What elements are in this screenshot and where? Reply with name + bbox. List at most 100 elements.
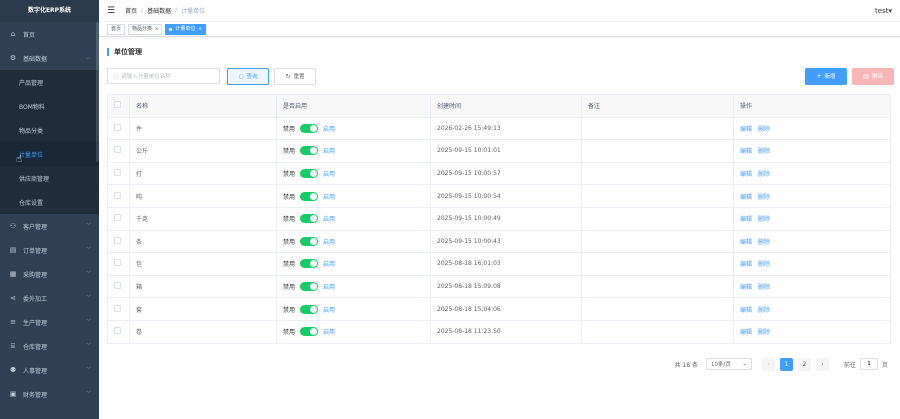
row-checkbox[interactable] — [114, 327, 121, 335]
delete-link[interactable]: 删除 — [758, 239, 770, 246]
delete-link[interactable]: 删除 — [758, 284, 770, 291]
sidebar-item-production[interactable]: ≡ 生产管理 ﹀ — [0, 310, 99, 334]
select-all-checkbox[interactable] — [114, 101, 121, 109]
actions-cell: 编辑 删除 — [733, 230, 891, 254]
sidebar-subitem-units[interactable]: 计量单位 ☝ — [0, 142, 99, 166]
add-button[interactable]: + 新增 — [805, 67, 847, 85]
row-checkbox[interactable] — [114, 146, 121, 154]
search-icon: ○ — [113, 72, 119, 80]
enabled-switch[interactable] — [300, 236, 319, 246]
enabled-switch[interactable] — [300, 191, 319, 201]
enabled-switch[interactable] — [300, 169, 319, 179]
row-checkbox[interactable] — [114, 304, 121, 312]
edit-link[interactable]: 编辑 — [740, 171, 752, 178]
edit-link[interactable]: 编辑 — [740, 261, 752, 268]
close-icon[interactable]: × — [155, 24, 158, 34]
created-time: 2025-08-18 11:23:50 — [430, 320, 582, 344]
caret-down-icon: ▾ — [888, 6, 892, 15]
breadcrumb-home[interactable]: 首页 — [125, 6, 137, 15]
delete-link[interactable]: 删除 — [758, 329, 770, 336]
edit-link[interactable]: 编辑 — [740, 126, 752, 133]
menu-toggle-icon[interactable]: ☰ — [107, 6, 115, 16]
table-row: 打禁用 启用 2025-09-15 10:00:57 编辑 删除 — [107, 162, 891, 186]
sidebar-subitem-warehouse-settings[interactable]: 仓库设置 — [0, 190, 99, 214]
row-checkbox[interactable] — [114, 169, 121, 177]
enabled-switch[interactable] — [300, 214, 319, 224]
delete-link[interactable]: 删除 — [758, 171, 770, 178]
sidebar-item-hr[interactable]: ⚉ 人事管理 ﹀ — [0, 358, 99, 382]
edit-link[interactable]: 编辑 — [740, 148, 752, 155]
tags-view: 首页 物品分类 × 计量单位 × — [99, 22, 900, 37]
delete-link[interactable]: 删除 — [758, 126, 770, 133]
prev-page-button[interactable]: ‹ — [761, 357, 775, 371]
delete-link[interactable]: 删除 — [758, 216, 770, 223]
enabled-switch[interactable] — [300, 146, 319, 156]
trash-icon: ▥ — [863, 72, 869, 80]
enabled-switch[interactable] — [300, 327, 319, 337]
edit-link[interactable]: 编辑 — [740, 284, 752, 291]
close-icon[interactable]: × — [198, 24, 201, 34]
sidebar-subitem-bom[interactable]: BOM物料 — [0, 94, 99, 118]
goto-page: 前往 页 — [844, 358, 888, 371]
sidebar-item-orders[interactable]: ▤ 订单管理 ﹀ — [0, 238, 99, 262]
col-enabled: 是否启用 — [276, 94, 431, 118]
row-checkbox[interactable] — [114, 282, 121, 290]
page-size-select[interactable]: 10条/页 ⌄ — [705, 358, 752, 371]
switch-off-label: 禁用 — [283, 284, 296, 292]
row-checkbox[interactable] — [114, 236, 121, 244]
sidebar-item-outsourcing[interactable]: ⋖ 委外加工 ﹀ — [0, 286, 99, 310]
tag-label: 首页 — [111, 26, 122, 32]
delete-link[interactable]: 删除 — [758, 261, 770, 268]
tag-categories[interactable]: 物品分类 × — [128, 23, 163, 35]
delete-link[interactable]: 删除 — [758, 148, 770, 155]
user-menu[interactable]: test▾ — [875, 7, 892, 15]
tag-units[interactable]: 计量单位 × — [165, 23, 206, 35]
delete-button[interactable]: ▥ 删除 — [852, 67, 894, 85]
row-checkbox[interactable] — [114, 214, 121, 222]
refresh-icon: ↻ — [285, 72, 291, 80]
sidebar-item-home[interactable]: ⌂ 首页 — [0, 22, 99, 46]
enabled-switch[interactable] — [300, 123, 319, 133]
row-checkbox[interactable] — [114, 123, 121, 131]
remark — [581, 139, 734, 163]
breadcrumb-basic-data[interactable]: 基础数据 — [147, 6, 171, 15]
actions-cell: 编辑 删除 — [733, 117, 891, 141]
sidebar-subitem-suppliers[interactable]: 供应商管理 — [0, 166, 99, 190]
created-time: 2025-09-15 10:00:57 — [430, 162, 582, 186]
delete-link[interactable]: 删除 — [758, 194, 770, 201]
sidebar-subitem-products[interactable]: 产品管理 — [0, 70, 99, 94]
row-checkbox[interactable] — [114, 259, 121, 267]
goto-page-input[interactable] — [859, 358, 878, 371]
created-time: 2025-09-15 10:00:43 — [430, 230, 582, 254]
remark — [581, 184, 734, 208]
unit-name: 套 — [129, 297, 277, 321]
edit-link[interactable]: 编辑 — [740, 239, 752, 246]
sidebar-item-customers[interactable]: ⚇ 客户管理 ﹀ — [0, 214, 99, 238]
row-checkbox[interactable] — [114, 191, 121, 199]
search-input[interactable]: ○ 请输入计量单位名称 — [107, 68, 220, 84]
delete-link[interactable]: 删除 — [758, 307, 770, 314]
created-time: 2026-02-26 15:49:13 — [430, 117, 582, 141]
sidebar-item-warehouse[interactable]: ⌸ 仓库管理 ﹀ — [0, 334, 99, 358]
edit-link[interactable]: 编辑 — [740, 307, 752, 314]
sidebar-item-label: 基础数据 — [23, 55, 48, 63]
enabled-switch[interactable] — [300, 304, 319, 314]
page-2-button[interactable]: 2 — [797, 357, 811, 371]
next-page-button[interactable]: › — [815, 357, 829, 371]
sidebar-item-basic-data[interactable]: ⚙ 基础数据 ︿ — [0, 46, 99, 70]
add-button-label: 新增 — [824, 74, 836, 80]
sidebar-item-finance[interactable]: ▣ 财务管理 ﹀ — [0, 382, 99, 406]
enabled-switch[interactable] — [300, 259, 319, 269]
edit-link[interactable]: 编辑 — [740, 216, 752, 223]
query-button[interactable]: ○ 查询 — [227, 67, 269, 85]
sidebar-subitem-categories[interactable]: 物品分类 — [0, 118, 99, 142]
edit-link[interactable]: 编辑 — [740, 194, 752, 201]
edit-link[interactable]: 编辑 — [740, 329, 752, 336]
enabled-switch[interactable] — [300, 282, 319, 292]
sidebar-item-purchasing[interactable]: ▦ 采购管理 ﹀ — [0, 262, 99, 286]
navbar: ☰ 首页 / 基础数据 / 计量单位 test▾ — [99, 0, 900, 22]
switch-off-label: 禁用 — [283, 193, 296, 201]
page-1-button[interactable]: 1 — [779, 357, 793, 371]
reset-button[interactable]: ↻ 重置 — [274, 67, 316, 85]
tag-home[interactable]: 首页 — [107, 23, 126, 35]
